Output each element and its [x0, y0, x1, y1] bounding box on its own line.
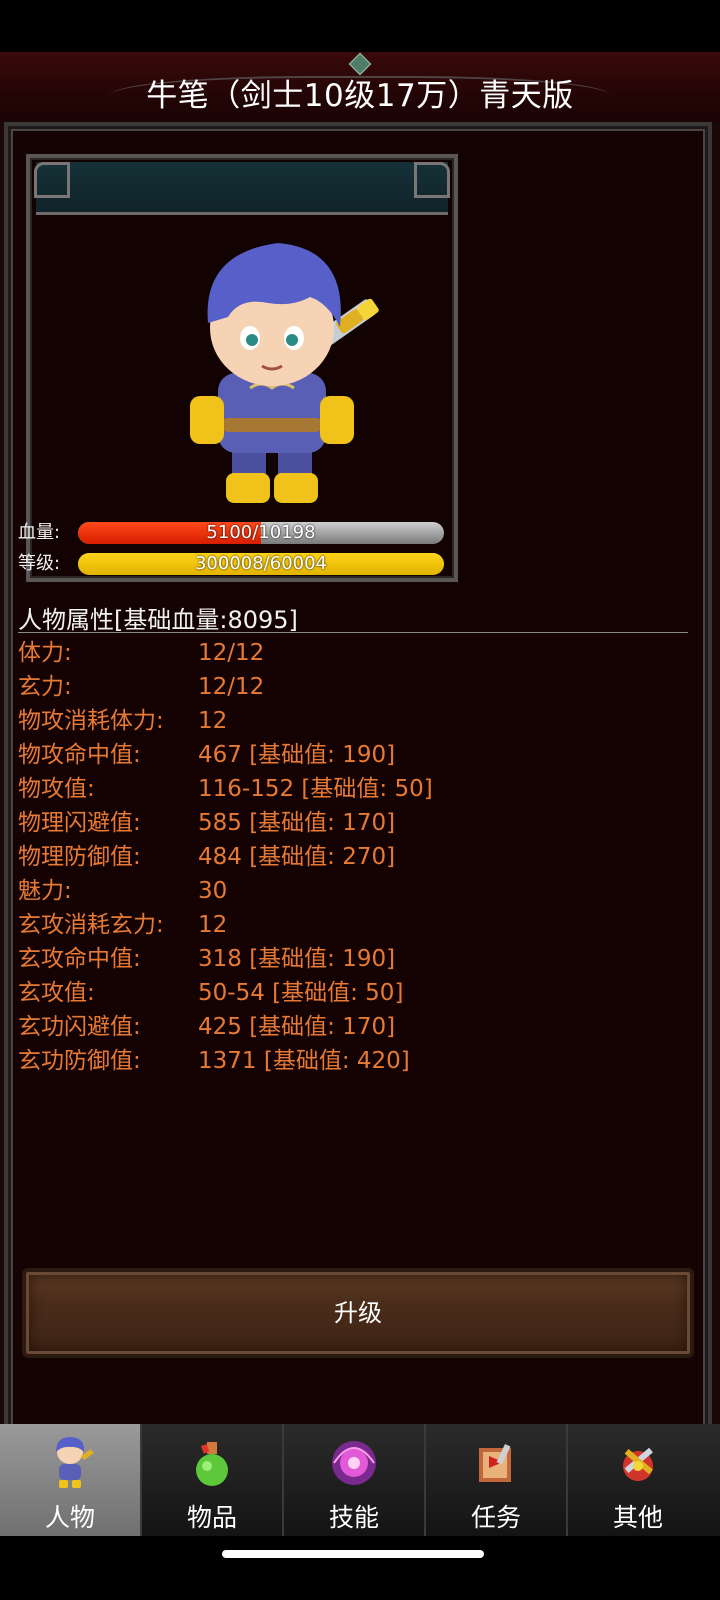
- attribute-label: 玄功防御值:: [18, 1048, 141, 1074]
- attribute-label: 玄攻命中值:: [18, 946, 141, 972]
- attribute-label: 玄力:: [18, 674, 72, 700]
- attribute-label: 玄攻值:: [18, 980, 95, 1006]
- attribute-row: 玄攻值: 50-54 [基础值: 50]: [18, 976, 618, 1010]
- attribute-value: 318 [基础值: 190]: [198, 946, 396, 972]
- attributes-list: 体力: 12/12 玄力: 12/12 物攻消耗体力: 12 物攻命中值: 467 [基础值:…: [18, 636, 618, 1078]
- corner-ornament-icon: [414, 162, 450, 198]
- hp-label: 血量:: [18, 522, 61, 543]
- attribute-label: 魅力:: [18, 878, 72, 904]
- attribute-row: 玄攻消耗玄力: 12: [18, 908, 618, 942]
- home-indicator: [222, 1550, 484, 1558]
- attribute-value: 585 [基础值: 170]: [198, 810, 396, 836]
- quest-icon: [479, 1444, 511, 1482]
- attribute-label: 物攻消耗体力:: [18, 708, 164, 734]
- page-title: 牛笔（剑士10级17万）青天版: [146, 78, 574, 114]
- attributes-title: 人物属性[基础血量:8095]: [18, 606, 298, 634]
- character-portrait: [26, 154, 458, 582]
- attribute-value: 484 [基础值: 270]: [198, 844, 396, 870]
- level-value: 300008/60004: [194, 553, 328, 574]
- hp-value: 5100/10198: [206, 522, 316, 543]
- attribute-value: 12/12: [198, 640, 265, 666]
- potion-icon: [196, 1442, 228, 1486]
- tab-items[interactable]: 物品: [142, 1424, 284, 1536]
- tab-quests[interactable]: 任务: [426, 1424, 568, 1536]
- attribute-label: 物攻命中值:: [18, 742, 141, 768]
- attribute-value: 1371 [基础值: 420]: [198, 1048, 410, 1074]
- game-frame: 牛笔（剑士10级17万）青天版 血量: 5100/10198 等级: 30000…: [0, 52, 720, 1460]
- attribute-row: 玄功闪避值: 425 [基础值: 170]: [18, 1010, 618, 1044]
- attribute-row: 物攻命中值: 467 [基础值: 190]: [18, 738, 618, 772]
- attribute-label: 物理闪避值:: [18, 810, 141, 836]
- level-bar: 300008/60004: [78, 553, 444, 575]
- bottom-tab-bar: 人物 物品 技能 任务 其他: [0, 1424, 720, 1536]
- corner-ornament-icon: [34, 162, 70, 198]
- attribute-value: 50-54 [基础值: 50]: [198, 980, 404, 1006]
- portrait-banner: [36, 162, 448, 215]
- attribute-row: 物攻值: 116-152 [基础值: 50]: [18, 772, 618, 806]
- attribute-row: 体力: 12/12: [18, 636, 618, 670]
- attribute-value: 116-152 [基础值: 50]: [198, 776, 433, 802]
- attribute-row: 物攻消耗体力: 12: [18, 704, 618, 738]
- attribute-label: 物攻值:: [18, 776, 95, 802]
- tab-skills[interactable]: 技能: [284, 1424, 426, 1536]
- tab-label: 物品: [186, 1503, 237, 1532]
- attribute-row: 玄功防御值: 1371 [基础值: 420]: [18, 1044, 618, 1078]
- divider: [18, 632, 688, 633]
- hp-bar: 5100/10198: [78, 522, 444, 544]
- attribute-label: 玄功闪避值:: [18, 1014, 141, 1040]
- attribute-value: 425 [基础值: 170]: [198, 1014, 396, 1040]
- attribute-row: 玄力: 12/12: [18, 670, 618, 704]
- attribute-label: 物理防御值:: [18, 844, 141, 870]
- tab-label: 人物: [44, 1503, 95, 1532]
- attribute-row: 物理闪避值: 585 [基础值: 170]: [18, 806, 618, 840]
- level-bar-row: 等级: 300008/60004: [18, 551, 444, 577]
- settings-icon: [623, 1447, 653, 1481]
- attribute-value: 12: [198, 912, 228, 938]
- level-label: 等级:: [18, 553, 61, 574]
- attribute-row: 物理防御值: 484 [基础值: 270]: [18, 840, 618, 874]
- swordsman-avatar-icon: [190, 243, 379, 503]
- tab-label: 技能: [328, 1503, 379, 1532]
- tab-label: 任务: [470, 1503, 521, 1532]
- status-bar: [0, 0, 720, 52]
- attribute-value: 467 [基础值: 190]: [198, 742, 396, 768]
- attribute-row: 玄攻命中值: 318 [基础值: 190]: [18, 942, 618, 976]
- attribute-value: 12/12: [198, 674, 265, 700]
- attribute-label: 玄攻消耗玄力:: [18, 912, 164, 938]
- upgrade-button[interactable]: 升级: [22, 1268, 694, 1358]
- attribute-label: 体力:: [18, 640, 72, 666]
- skill-orb-icon: [332, 1441, 376, 1485]
- tab-character[interactable]: 人物: [0, 1424, 142, 1536]
- hp-bar-row: 血量: 5100/10198: [18, 520, 444, 546]
- tab-label: 其他: [612, 1503, 663, 1532]
- character-icon: [56, 1437, 94, 1488]
- attribute-value: 12: [198, 708, 228, 734]
- title-bar: 牛笔（剑士10级17万）青天版: [0, 52, 720, 122]
- attribute-value: 30: [198, 878, 228, 904]
- tab-other[interactable]: 其他: [568, 1424, 708, 1536]
- attribute-row: 魅力: 30: [18, 874, 618, 908]
